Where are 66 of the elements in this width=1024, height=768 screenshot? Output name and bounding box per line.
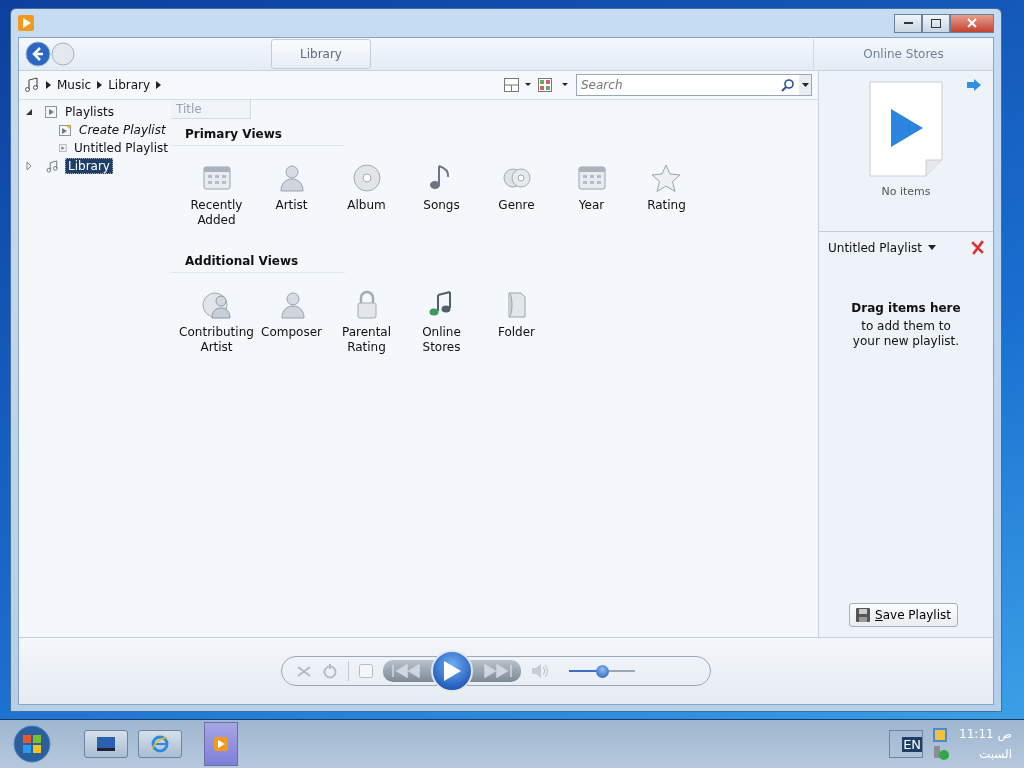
- expand-arrow-icon[interactable]: [25, 162, 33, 170]
- new-playlist-icon: [59, 123, 72, 137]
- arrow-icon: [46, 81, 51, 89]
- star-icon: [650, 162, 683, 194]
- search-field[interactable]: Search: [576, 74, 800, 96]
- playlist-icon: [59, 141, 68, 155]
- music-note-icon: [24, 77, 40, 93]
- dropdown-arrow-icon[interactable]: [801, 83, 809, 87]
- playlist-title[interactable]: Untitled Playlist: [828, 240, 922, 255]
- minimize-button[interactable]: [894, 13, 922, 33]
- play-icon: [442, 660, 462, 682]
- view-tile[interactable]: Songs: [423, 162, 460, 213]
- media-player-icon: [214, 737, 228, 751]
- view-tile[interactable]: Composer: [261, 289, 322, 340]
- maximize-icon: [931, 18, 941, 28]
- breadcrumb-item[interactable]: Music: [57, 78, 92, 92]
- arrow-icon: [97, 81, 103, 89]
- view-tile[interactable]: Artist: [275, 162, 308, 213]
- view-tile[interactable]: Rating: [647, 162, 686, 213]
- collapse-arrow-icon[interactable]: [25, 108, 33, 116]
- tree-item[interactable]: Playlists: [62, 104, 117, 120]
- music-note-icon: [45, 159, 61, 173]
- playlist-icon: [45, 105, 58, 119]
- view-tile[interactable]: Album: [347, 162, 386, 213]
- save-playlist-button[interactable]: Save Playlist: [849, 603, 958, 627]
- maximize-button[interactable]: [922, 13, 950, 33]
- start-button[interactable]: [12, 724, 52, 764]
- tree-item[interactable]: Create Playlist: [76, 122, 169, 138]
- arrow-icon: [156, 81, 162, 89]
- desktop-icon: [97, 737, 115, 751]
- play-button[interactable]: [431, 650, 473, 692]
- view-tile[interactable]: Parental Rating: [329, 289, 404, 355]
- drag-title: Drag items here: [850, 301, 962, 316]
- browser-icon: [151, 735, 169, 753]
- language-button[interactable]: EN: [889, 730, 924, 758]
- view-options-icon[interactable]: [538, 78, 570, 92]
- disc-icon: [350, 162, 383, 194]
- clear-icon[interactable]: [970, 240, 985, 255]
- slider-thumb[interactable]: [596, 664, 609, 678]
- section-heading: Primary Views: [171, 123, 345, 146]
- section-heading: Additional Views: [171, 250, 345, 273]
- back-icon[interactable]: [25, 41, 51, 67]
- close-button[interactable]: [950, 13, 994, 33]
- view-tile[interactable]: Folder: [497, 289, 536, 340]
- view-tile[interactable]: Online Stores: [404, 289, 479, 355]
- view-tile[interactable]: Recently Added: [179, 162, 254, 228]
- tab[interactable]: Online Stores: [813, 39, 993, 69]
- app-logo-icon: [18, 15, 34, 31]
- view-tile[interactable]: Year: [575, 162, 608, 213]
- view-tile[interactable]: Genre: [498, 162, 535, 213]
- document-play-icon: [869, 81, 943, 177]
- tab[interactable]: Library: [271, 39, 371, 69]
- view-tile[interactable]: Contributing Artist: [179, 289, 254, 355]
- breadcrumb-item[interactable]: Library: [108, 78, 151, 92]
- person-disc-icon: [200, 289, 233, 321]
- drag-hint: to add them to your new playlist.: [851, 319, 961, 349]
- taskbar-button[interactable]: [84, 730, 128, 758]
- tree-item[interactable]: Untitled Playlist: [71, 140, 171, 156]
- layout-icon[interactable]: [504, 78, 532, 92]
- status-text: No items: [881, 185, 931, 198]
- close-icon: [967, 18, 977, 28]
- arrow-icon[interactable]: [967, 79, 981, 91]
- network-icon[interactable]: [933, 728, 948, 742]
- dropdown-arrow-icon[interactable]: [927, 245, 936, 250]
- minimize-icon: [903, 21, 913, 25]
- tree-item[interactable]: Library: [65, 158, 113, 174]
